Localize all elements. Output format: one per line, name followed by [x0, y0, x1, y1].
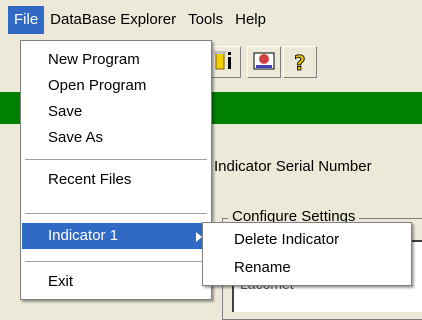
menu-item-recent-files[interactable]: Recent Files	[22, 167, 210, 193]
menu-item-new-program[interactable]: New Program	[22, 47, 210, 73]
indicator-serial-label: Indicator Serial Number	[214, 158, 372, 175]
menu-item-label: Recent Files	[48, 171, 132, 188]
menu-item-indicator-1[interactable]: Indicator 1	[22, 223, 210, 249]
menu-database-explorer[interactable]: DataBase Explorer	[44, 6, 182, 34]
menu-separator	[25, 261, 207, 262]
help-button[interactable]: ?	[283, 46, 317, 78]
menu-help[interactable]: Help	[229, 6, 272, 34]
menu-item-exit[interactable]: Exit	[22, 269, 210, 295]
menu-item-rename[interactable]: Rename	[204, 255, 410, 281]
menu-item-delete-indicator[interactable]: Delete Indicator	[204, 227, 410, 253]
menu-file[interactable]: File	[8, 6, 45, 34]
email-icon	[253, 52, 275, 70]
menu-item-save[interactable]: Save	[22, 99, 210, 125]
menu-bar: File DataBase Explorer Tools Help	[0, 0, 422, 40]
menu-item-label: Indicator 1	[48, 227, 119, 244]
menu-item-label: Delete Indicator	[234, 231, 340, 248]
email-button[interactable]	[247, 46, 281, 78]
indicator-icon	[214, 51, 231, 70]
indicator-button[interactable]	[207, 46, 241, 78]
menu-item-label: Save As	[48, 129, 104, 146]
menu-item-label: Rename	[234, 259, 291, 276]
menu-item-label: Save	[48, 103, 83, 120]
svg-text:?: ?	[294, 51, 306, 75]
menu-item-label: Open Program	[48, 77, 147, 94]
menu-item-label: New Program	[48, 51, 140, 68]
file-menu: New Program Open Program Save Save As Re…	[20, 40, 212, 300]
menu-item-label: Exit	[48, 273, 74, 290]
indicator-submenu: Delete Indicator Rename	[202, 222, 412, 286]
menu-item-save-as[interactable]: Save As	[22, 125, 210, 151]
menu-tools[interactable]: Tools	[182, 6, 229, 34]
menu-separator	[25, 159, 207, 160]
menu-item-open-program[interactable]: Open Program	[22, 73, 210, 99]
help-icon: ?	[294, 51, 306, 76]
menu-separator	[25, 213, 207, 214]
